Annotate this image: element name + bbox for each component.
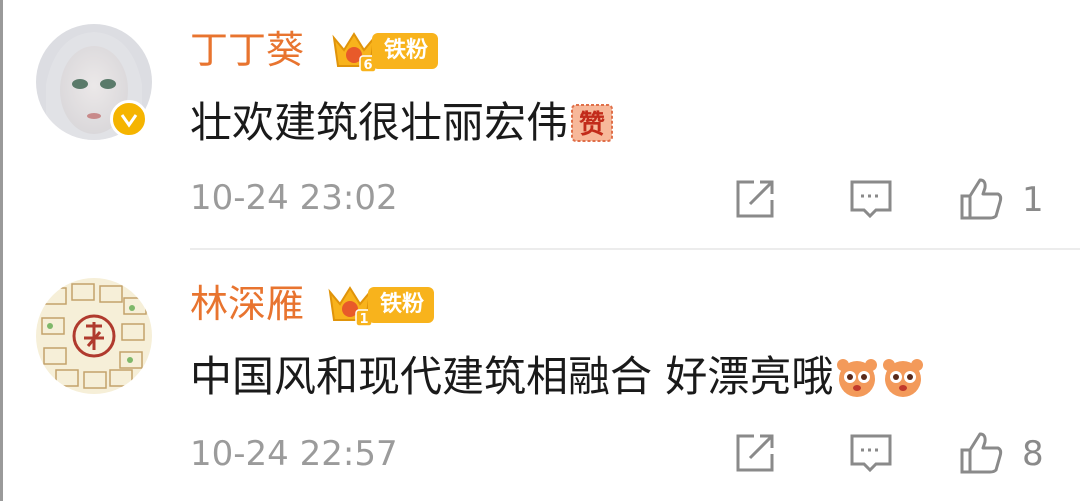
thumbs-up-icon[interactable] xyxy=(958,176,1004,222)
share-icon[interactable] xyxy=(732,176,778,222)
comment-text: 中国风和现代建筑相融合 好漂亮哦 xyxy=(190,352,834,401)
like-count: 1 xyxy=(1022,180,1044,220)
badge-label: 铁粉 xyxy=(372,33,439,69)
avatar[interactable] xyxy=(36,278,152,394)
comment-text-row: 壮欢建筑很壮丽宏伟 赞 xyxy=(190,98,614,148)
doge-face-emoji-icon xyxy=(837,359,878,397)
like-count: 8 xyxy=(1022,434,1044,474)
fan-badge[interactable]: 1 铁粉 xyxy=(326,282,435,328)
timestamp: 10-24 23:02 xyxy=(190,178,398,218)
timestamp: 10-24 22:57 xyxy=(190,434,398,474)
thumbs-up-icon[interactable] xyxy=(958,430,1004,476)
crown-icon: 1 xyxy=(328,286,373,327)
comment-item: 丁丁葵 6 铁粉 壮欢建筑很壮丽宏伟 赞 10-24 23:02 1 xyxy=(0,0,1080,250)
emoji-text: 赞 xyxy=(578,110,605,140)
comment-text: 壮欢建筑很壮丽宏伟 xyxy=(190,98,569,147)
fan-badge[interactable]: 6 铁粉 xyxy=(330,28,439,74)
doge-face-emoji-icon xyxy=(883,359,924,397)
comment-text-row: 中国风和现代建筑相融合 好漂亮哦 xyxy=(190,352,925,402)
username[interactable]: 丁丁葵 xyxy=(190,30,304,70)
badge-label: 铁粉 xyxy=(368,287,435,323)
crown-icon: 6 xyxy=(332,32,377,73)
zan-emoji-icon: 赞 xyxy=(571,104,614,142)
share-icon[interactable] xyxy=(732,430,778,476)
comment-item: 林深雁 1 铁粉 中国风和现代建筑相融合 好漂亮哦 10-24 22:57 8 xyxy=(0,250,1080,500)
username[interactable]: 林深雁 xyxy=(190,284,304,324)
verified-icon xyxy=(110,100,148,138)
comment-icon[interactable] xyxy=(848,176,894,222)
comment-icon[interactable] xyxy=(848,430,894,476)
